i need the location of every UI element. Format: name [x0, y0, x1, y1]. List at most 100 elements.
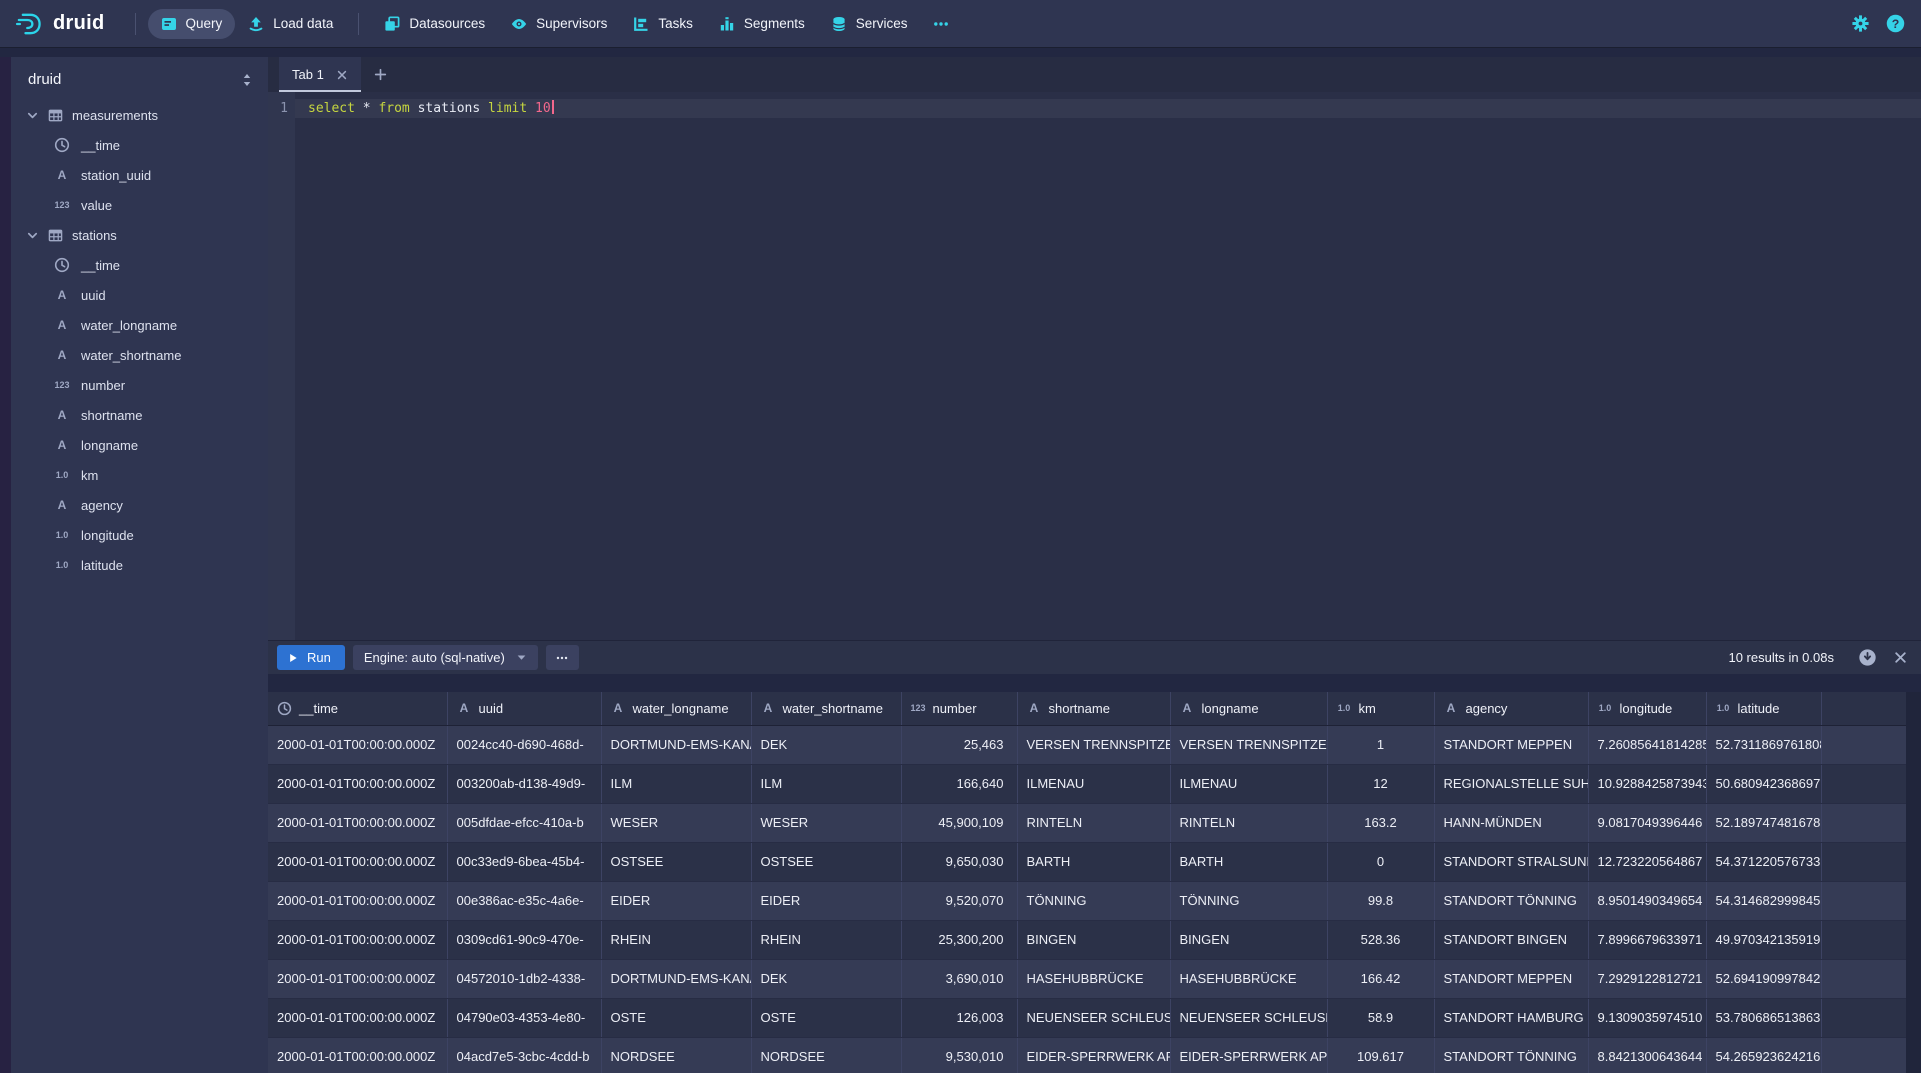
cell-number[interactable]: 166,640	[901, 764, 1017, 803]
cell-agency[interactable]: HANN-MÜNDEN	[1434, 803, 1588, 842]
cell-uuid[interactable]: 04790e03-4353-4e80-	[447, 998, 601, 1037]
cell-km[interactable]: 99.8	[1327, 881, 1434, 920]
cell-agency[interactable]: STANDORT BINGEN	[1434, 920, 1588, 959]
cell-longitude[interactable]: 7.2929122812721	[1588, 959, 1706, 998]
nav-item-query[interactable]: Query	[148, 9, 236, 39]
cell-water-longname[interactable]: WESER	[601, 803, 751, 842]
cell-number[interactable]: 126,003	[901, 998, 1017, 1037]
cell-km[interactable]: 163.2	[1327, 803, 1434, 842]
tree-column-water-longname[interactable]: Awater_longname	[11, 310, 268, 340]
help-icon[interactable]: ?	[1886, 14, 1905, 33]
cell-number[interactable]: 9,520,070	[901, 881, 1017, 920]
cell-uuid[interactable]: 00e386ac-e35c-4a6e-	[447, 881, 601, 920]
cell-number[interactable]: 3,690,010	[901, 959, 1017, 998]
query-more-button[interactable]	[546, 645, 579, 670]
column-header-longname[interactable]: Alongname	[1170, 692, 1327, 725]
cell-longname[interactable]: NEUENSEER SCHLEUSE	[1170, 998, 1327, 1037]
cell-latitude[interactable]: 52.73118697618085	[1706, 725, 1821, 764]
cell-agency[interactable]: STANDORT HAMBURG	[1434, 998, 1588, 1037]
tree-column-shortname[interactable]: Ashortname	[11, 400, 268, 430]
nav-item-load-data[interactable]: Load data	[235, 9, 346, 39]
cell-longname[interactable]: HASEHUBBRÜCKE	[1170, 959, 1327, 998]
engine-select[interactable]: Engine: auto (sql-native)	[353, 645, 538, 670]
cell-km[interactable]: 166.42	[1327, 959, 1434, 998]
nav-item-datasources[interactable]: Datasources	[371, 9, 498, 39]
nav-item-more[interactable]	[920, 9, 962, 39]
cell-latitude[interactable]: 54.314682999845	[1706, 881, 1821, 920]
cell-longname[interactable]: ILMENAU	[1170, 764, 1327, 803]
cell-time[interactable]: 2000-01-01T00:00:00.000Z	[268, 725, 447, 764]
cell-uuid[interactable]: 04acd7e5-3cbc-4cdd-b	[447, 1037, 601, 1073]
cell-latitude[interactable]: 54.371220576733	[1706, 842, 1821, 881]
cell-longname[interactable]: BINGEN	[1170, 920, 1327, 959]
cell-shortname[interactable]: RINTELN	[1017, 803, 1170, 842]
cell-water-shortname[interactable]: NORDSEE	[751, 1037, 901, 1073]
cell-uuid[interactable]: 04572010-1db2-4338-	[447, 959, 601, 998]
cell-longitude[interactable]: 9.0817049396446	[1588, 803, 1706, 842]
tree-column-longname[interactable]: Alongname	[11, 430, 268, 460]
cell-agency[interactable]: STANDORT STRALSUND	[1434, 842, 1588, 881]
tree-column-station-uuid[interactable]: Astation_uuid	[11, 160, 268, 190]
tree-column-latitude[interactable]: 1.0latitude	[11, 550, 268, 580]
cell-water-shortname[interactable]: WESER	[751, 803, 901, 842]
cell-water-shortname[interactable]: OSTSEE	[751, 842, 901, 881]
cell-latitude[interactable]: 50.680942368697	[1706, 764, 1821, 803]
cell-number[interactable]: 9,530,010	[901, 1037, 1017, 1073]
download-icon[interactable]	[1858, 648, 1877, 667]
cell-longitude[interactable]: 12.723220564867	[1588, 842, 1706, 881]
cell-latitude[interactable]: 53.780686513863	[1706, 998, 1821, 1037]
column-header-water-shortname[interactable]: Awater_shortname	[751, 692, 901, 725]
tab-tab1[interactable]: Tab 1	[279, 57, 361, 92]
cell-time[interactable]: 2000-01-01T00:00:00.000Z	[268, 998, 447, 1037]
cell-time[interactable]: 2000-01-01T00:00:00.000Z	[268, 1037, 447, 1073]
cell-water-shortname[interactable]: DEK	[751, 959, 901, 998]
nav-item-tasks[interactable]: Tasks	[620, 9, 706, 39]
cell-longitude[interactable]: 8.8421300643644	[1588, 1037, 1706, 1073]
cell-water-longname[interactable]: OSTE	[601, 998, 751, 1037]
tree-table-measurements[interactable]: measurements	[11, 100, 268, 130]
cell-km[interactable]: 0	[1327, 842, 1434, 881]
tree-column-agency[interactable]: Aagency	[11, 490, 268, 520]
tree-column-number[interactable]: 123number	[11, 370, 268, 400]
cell-water-longname[interactable]: OSTSEE	[601, 842, 751, 881]
cell-longname[interactable]: VERSEN TRENNSPITZE	[1170, 725, 1327, 764]
tree-column-value[interactable]: 123value	[11, 190, 268, 220]
cell-uuid[interactable]: 003200ab-d138-49d9-	[447, 764, 601, 803]
cell-shortname[interactable]: EIDER-SPERRWERK AP	[1017, 1037, 1170, 1073]
cell-km[interactable]: 1	[1327, 725, 1434, 764]
cell-shortname[interactable]: VERSEN TRENNSPITZE	[1017, 725, 1170, 764]
column-header-water-longname[interactable]: Awater_longname	[601, 692, 751, 725]
cell-longname[interactable]: TÖNNING	[1170, 881, 1327, 920]
nav-item-segments[interactable]: Segments	[706, 9, 818, 39]
cell-agency[interactable]: STANDORT TÖNNING	[1434, 1037, 1588, 1073]
editor-code-area[interactable]: select * from stations limit 10	[295, 92, 1921, 640]
cell-agency[interactable]: STANDORT TÖNNING	[1434, 881, 1588, 920]
tree-column-water-shortname[interactable]: Awater_shortname	[11, 340, 268, 370]
close-icon[interactable]	[336, 69, 348, 81]
cell-longname[interactable]: EIDER-SPERRWERK AP	[1170, 1037, 1327, 1073]
column-header-km[interactable]: 1.0km	[1327, 692, 1434, 725]
tree-column-km[interactable]: 1.0km	[11, 460, 268, 490]
column-header-uuid[interactable]: Auuid	[447, 692, 601, 725]
cell-water-longname[interactable]: DORTMUND-EMS-KANAL	[601, 725, 751, 764]
cell-longitude[interactable]: 7.8996679633971	[1588, 920, 1706, 959]
cell-water-longname[interactable]: RHEIN	[601, 920, 751, 959]
cell-time[interactable]: 2000-01-01T00:00:00.000Z	[268, 842, 447, 881]
cell-latitude[interactable]: 52.694190997842	[1706, 959, 1821, 998]
cell-water-shortname[interactable]: OSTE	[751, 998, 901, 1037]
tree-column-longitude[interactable]: 1.0longitude	[11, 520, 268, 550]
sql-editor[interactable]: 1 select * from stations limit 10	[268, 92, 1921, 640]
cell-water-shortname[interactable]: RHEIN	[751, 920, 901, 959]
results-scrollbar[interactable]	[1906, 692, 1921, 1073]
cell-uuid[interactable]: 005dfdae-efcc-410a-b	[447, 803, 601, 842]
cell-time[interactable]: 2000-01-01T00:00:00.000Z	[268, 764, 447, 803]
cell-number[interactable]: 25,300,200	[901, 920, 1017, 959]
column-header-longitude[interactable]: 1.0longitude	[1588, 692, 1706, 725]
cell-shortname[interactable]: NEUENSEER SCHLEUSE	[1017, 998, 1170, 1037]
nav-item-services[interactable]: Services	[818, 9, 921, 39]
cell-number[interactable]: 9,650,030	[901, 842, 1017, 881]
cell-water-shortname[interactable]: EIDER	[751, 881, 901, 920]
settings-gear-icon[interactable]	[1851, 14, 1870, 33]
cell-longname[interactable]: BARTH	[1170, 842, 1327, 881]
cell-water-longname[interactable]: NORDSEE	[601, 1037, 751, 1073]
